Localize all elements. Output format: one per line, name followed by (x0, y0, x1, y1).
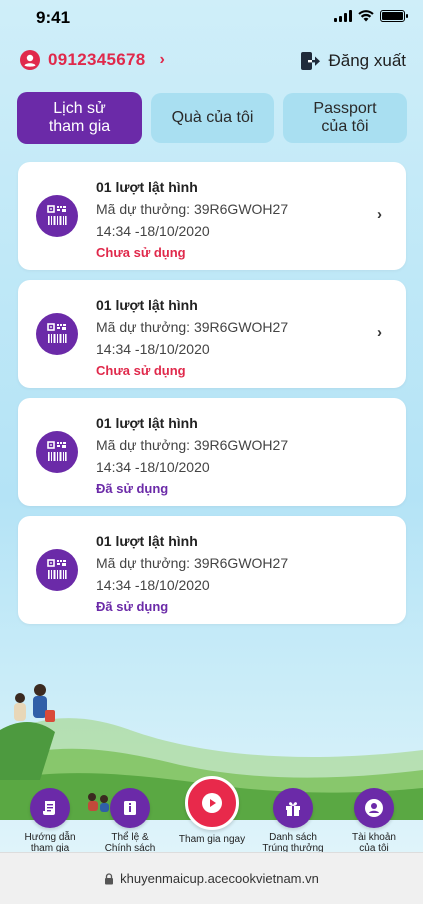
nav-label: Tham gia ngay (178, 834, 246, 845)
card-date: 14:34 -18/10/2020 (96, 341, 210, 357)
card-title: 01 lượt lật hình (96, 179, 198, 195)
signal-icon (334, 10, 352, 22)
browser-url-bar[interactable]: khuyenmaicup.acecookvietnam.vn (0, 852, 423, 904)
url-text: khuyenmaicup.acecookvietnam.vn (120, 871, 319, 886)
card-date: 14:34 -18/10/2020 (96, 223, 210, 239)
status-icons (334, 10, 408, 22)
nav-label: Tài khoản (352, 832, 396, 843)
play-icon (185, 776, 239, 830)
tab-my-passport[interactable]: Passport của tôi (283, 93, 407, 143)
qr-code-icon (36, 313, 78, 355)
tab-label: Lịch sử (53, 100, 106, 117)
card-status: Chưa sử dụng (96, 245, 186, 260)
card-date: 14:34 -18/10/2020 (96, 459, 210, 475)
card-code: Mã dự thưởng: 39R6GWOH27 (96, 437, 289, 453)
nav-guide[interactable]: Hướng dẫn tham gia (10, 788, 90, 854)
card-status: Chưa sử dụng (96, 363, 186, 378)
tab-bar: Lịch sử tham gia Quà của tôi Passport củ… (17, 92, 407, 144)
lock-icon (105, 872, 114, 884)
user-icon (20, 50, 40, 70)
qr-code-icon (36, 549, 78, 591)
account-phone[interactable]: 0912345678 › (20, 50, 165, 70)
info-book-icon (110, 788, 150, 828)
gift-icon (273, 788, 313, 828)
card-date: 14:34 -18/10/2020 (96, 577, 210, 593)
tab-label: tham gia (48, 118, 111, 135)
wifi-icon (358, 10, 374, 22)
account-icon (354, 788, 394, 828)
phone-number: 0912345678 (48, 50, 146, 69)
bottom-nav: Hướng dẫn tham gia Thể lệ & Chính sách T… (0, 776, 423, 854)
qr-code-icon (36, 195, 78, 237)
qr-code-icon (36, 431, 78, 473)
card-code: Mã dự thưởng: 39R6GWOH27 (96, 319, 289, 335)
tab-label: Passport (313, 100, 377, 117)
nav-account[interactable]: Tài khoản của tôi (334, 788, 414, 854)
nav-rules[interactable]: Thể lệ & Chính sách (90, 788, 170, 854)
chevron-right-icon: › (377, 324, 382, 341)
history-card[interactable]: 01 lượt lật hình Mã dự thưởng: 39R6GWOH2… (18, 516, 406, 624)
nav-label: Hướng dẫn (24, 832, 76, 843)
status-time: 9:41 (36, 8, 71, 27)
nav-label: Thể lệ & (111, 832, 149, 843)
nav-label: Danh sách (269, 832, 317, 843)
chevron-right-icon: › (377, 206, 382, 223)
history-card[interactable]: 01 lượt lật hình Mã dự thưởng: 39R6GWOH2… (18, 280, 406, 388)
nav-join-now[interactable]: Tham gia ngay (172, 776, 252, 845)
history-card[interactable]: 01 lượt lật hình Mã dự thưởng: 39R6GWOH2… (18, 162, 406, 270)
card-status: Đã sử dụng (96, 599, 169, 614)
tab-my-gifts[interactable]: Quà của tôi (151, 93, 274, 143)
card-code: Mã dự thưởng: 39R6GWOH27 (96, 201, 289, 217)
card-title: 01 lượt lật hình (96, 533, 198, 549)
card-title: 01 lượt lật hình (96, 297, 198, 313)
history-card[interactable]: 01 lượt lật hình Mã dự thưởng: 39R6GWOH2… (18, 398, 406, 506)
tab-history[interactable]: Lịch sử tham gia (17, 92, 142, 144)
card-status: Đã sử dụng (96, 481, 169, 496)
status-bar: 9:41 (0, 0, 423, 36)
logout-button[interactable]: Đăng xuất (299, 50, 407, 72)
card-title: 01 lượt lật hình (96, 415, 198, 431)
battery-icon (380, 10, 408, 22)
card-code: Mã dự thưởng: 39R6GWOH27 (96, 555, 289, 571)
scroll-icon (30, 788, 70, 828)
logout-icon (300, 52, 320, 70)
tab-label: của tôi (321, 118, 369, 135)
tab-label: Quà của tôi (171, 109, 254, 126)
chevron-right-icon: › (159, 51, 165, 68)
nav-winners[interactable]: Danh sách Trúng thưởng (253, 788, 333, 854)
logout-label: Đăng xuất (328, 51, 407, 70)
